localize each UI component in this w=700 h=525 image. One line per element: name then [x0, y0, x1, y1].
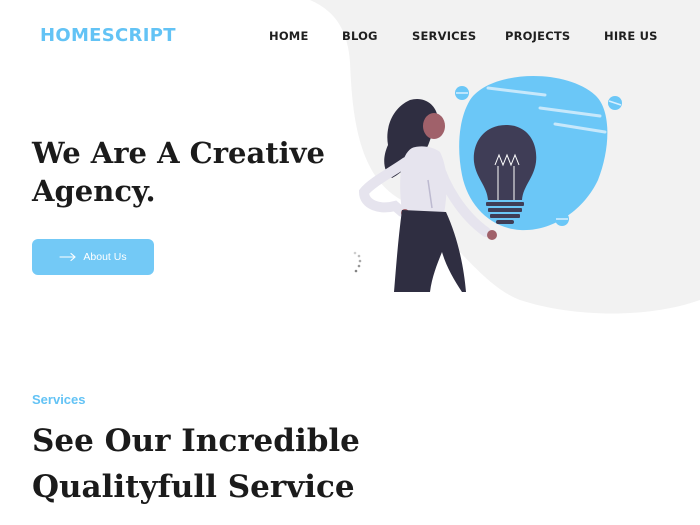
woman-lightbulb-illustration: [358, 76, 622, 292]
hero-title-line-1: We Are A Creative: [32, 136, 325, 170]
main-nav: HOME BLOG SERVICES PROJECTS HIRE US: [0, 29, 700, 47]
nav-projects[interactable]: PROJECTS: [505, 29, 570, 43]
nav-hire-us[interactable]: HIRE US: [604, 29, 658, 43]
nav-home[interactable]: HOME: [269, 29, 309, 43]
hero-title-line-2: Agency.: [32, 174, 156, 208]
services-title-line-2: Qualityfull Service: [32, 469, 355, 505]
nav-services[interactable]: SERVICES: [412, 29, 476, 43]
services-title: See Our Incredible Qualityfull Service: [32, 418, 452, 510]
loading-spinner-icon: [353, 251, 362, 273]
hero-title: We Are A Creative Agency.: [32, 134, 362, 210]
about-us-button[interactable]: About Us: [32, 239, 154, 275]
services-kicker: Services: [32, 392, 86, 407]
services-title-line-1: See Our Incredible: [32, 423, 360, 459]
nav-blog[interactable]: BLOG: [342, 29, 378, 43]
arrow-right-icon: [59, 252, 77, 262]
about-us-label: About Us: [83, 251, 127, 263]
